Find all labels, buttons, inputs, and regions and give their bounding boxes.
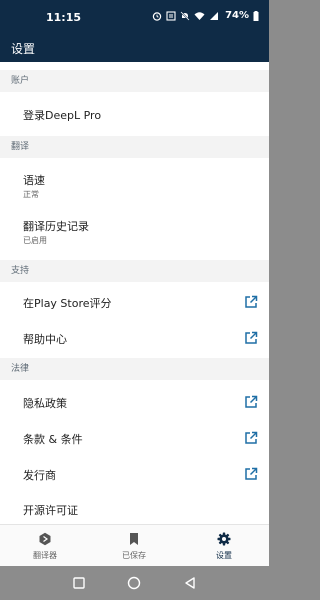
external-link-icon	[245, 431, 258, 444]
rate-play-store-item[interactable]: 在Play Store评分	[0, 284, 269, 320]
speech-rate-item[interactable]: 语速 正常	[0, 158, 269, 204]
bookmark-icon	[130, 533, 138, 545]
tab-saved[interactable]: 已保存	[89, 525, 179, 567]
app-bar: 设置	[0, 36, 269, 62]
section-header-legal: 法律	[0, 358, 269, 380]
open-source-licenses-item[interactable]: 开源许可证	[0, 492, 269, 524]
bottom-nav: 翻译器 已保存 设置	[0, 524, 269, 566]
back-icon[interactable]	[182, 575, 198, 591]
mute-icon	[180, 10, 190, 21]
external-link-icon	[245, 331, 258, 344]
item-label: 开源许可证	[23, 504, 78, 517]
terms-conditions-item[interactable]: 条款 & 条件	[0, 420, 269, 456]
home-icon[interactable]	[126, 575, 142, 591]
system-nav-bar	[0, 566, 269, 600]
status-icons: 74%	[152, 10, 259, 21]
item-label: 翻译历史记录	[23, 220, 89, 233]
settings-list[interactable]: 账户 登录DeepL Pro 翻译 语速 正常 翻译历史记录 已启用 支持 在P…	[0, 62, 269, 524]
item-label: 语速	[23, 174, 45, 187]
status-bar: 11:15 74%	[0, 0, 269, 36]
tab-translator[interactable]: 翻译器	[0, 525, 90, 567]
item-label: 帮助中心	[23, 333, 67, 346]
external-link-icon	[245, 467, 258, 480]
section-header-support: 支持	[0, 260, 269, 282]
translation-history-item[interactable]: 翻译历史记录 已启用	[0, 204, 269, 250]
alarm-icon	[152, 11, 162, 21]
item-label: 隐私政策	[23, 397, 67, 410]
tab-label: 已保存	[122, 551, 146, 560]
publisher-item[interactable]: 发行商	[0, 456, 269, 492]
item-label: 在Play Store评分	[23, 297, 112, 310]
gear-icon	[217, 532, 231, 546]
privacy-policy-item[interactable]: 隐私政策	[0, 384, 269, 420]
item-sub-value: 已启用	[23, 236, 47, 245]
battery-icon	[253, 10, 259, 21]
battery-percent: 74%	[225, 10, 249, 21]
section-header-translation: 翻译	[0, 136, 269, 158]
item-label: 条款 & 条件	[23, 433, 83, 446]
tab-label: 设置	[216, 551, 232, 560]
tab-label: 翻译器	[33, 551, 57, 560]
wifi-icon	[194, 11, 205, 20]
external-link-icon	[245, 295, 258, 308]
recents-icon[interactable]	[71, 575, 87, 591]
sign-in-deepl-pro-item[interactable]: 登录DeepL Pro	[0, 92, 269, 138]
signal-icon	[210, 11, 219, 20]
section-header-account: 账户	[0, 70, 269, 92]
help-center-item[interactable]: 帮助中心	[0, 320, 269, 356]
tab-settings[interactable]: 设置	[179, 525, 269, 567]
translator-icon	[39, 532, 51, 546]
external-link-icon	[245, 395, 258, 408]
data-saver-icon	[166, 10, 176, 21]
item-label: 发行商	[23, 469, 56, 482]
page-title: 设置	[11, 42, 36, 56]
item-label: 登录DeepL Pro	[23, 109, 102, 122]
item-sub-value: 正常	[23, 190, 39, 199]
status-time: 11:15	[46, 11, 82, 24]
